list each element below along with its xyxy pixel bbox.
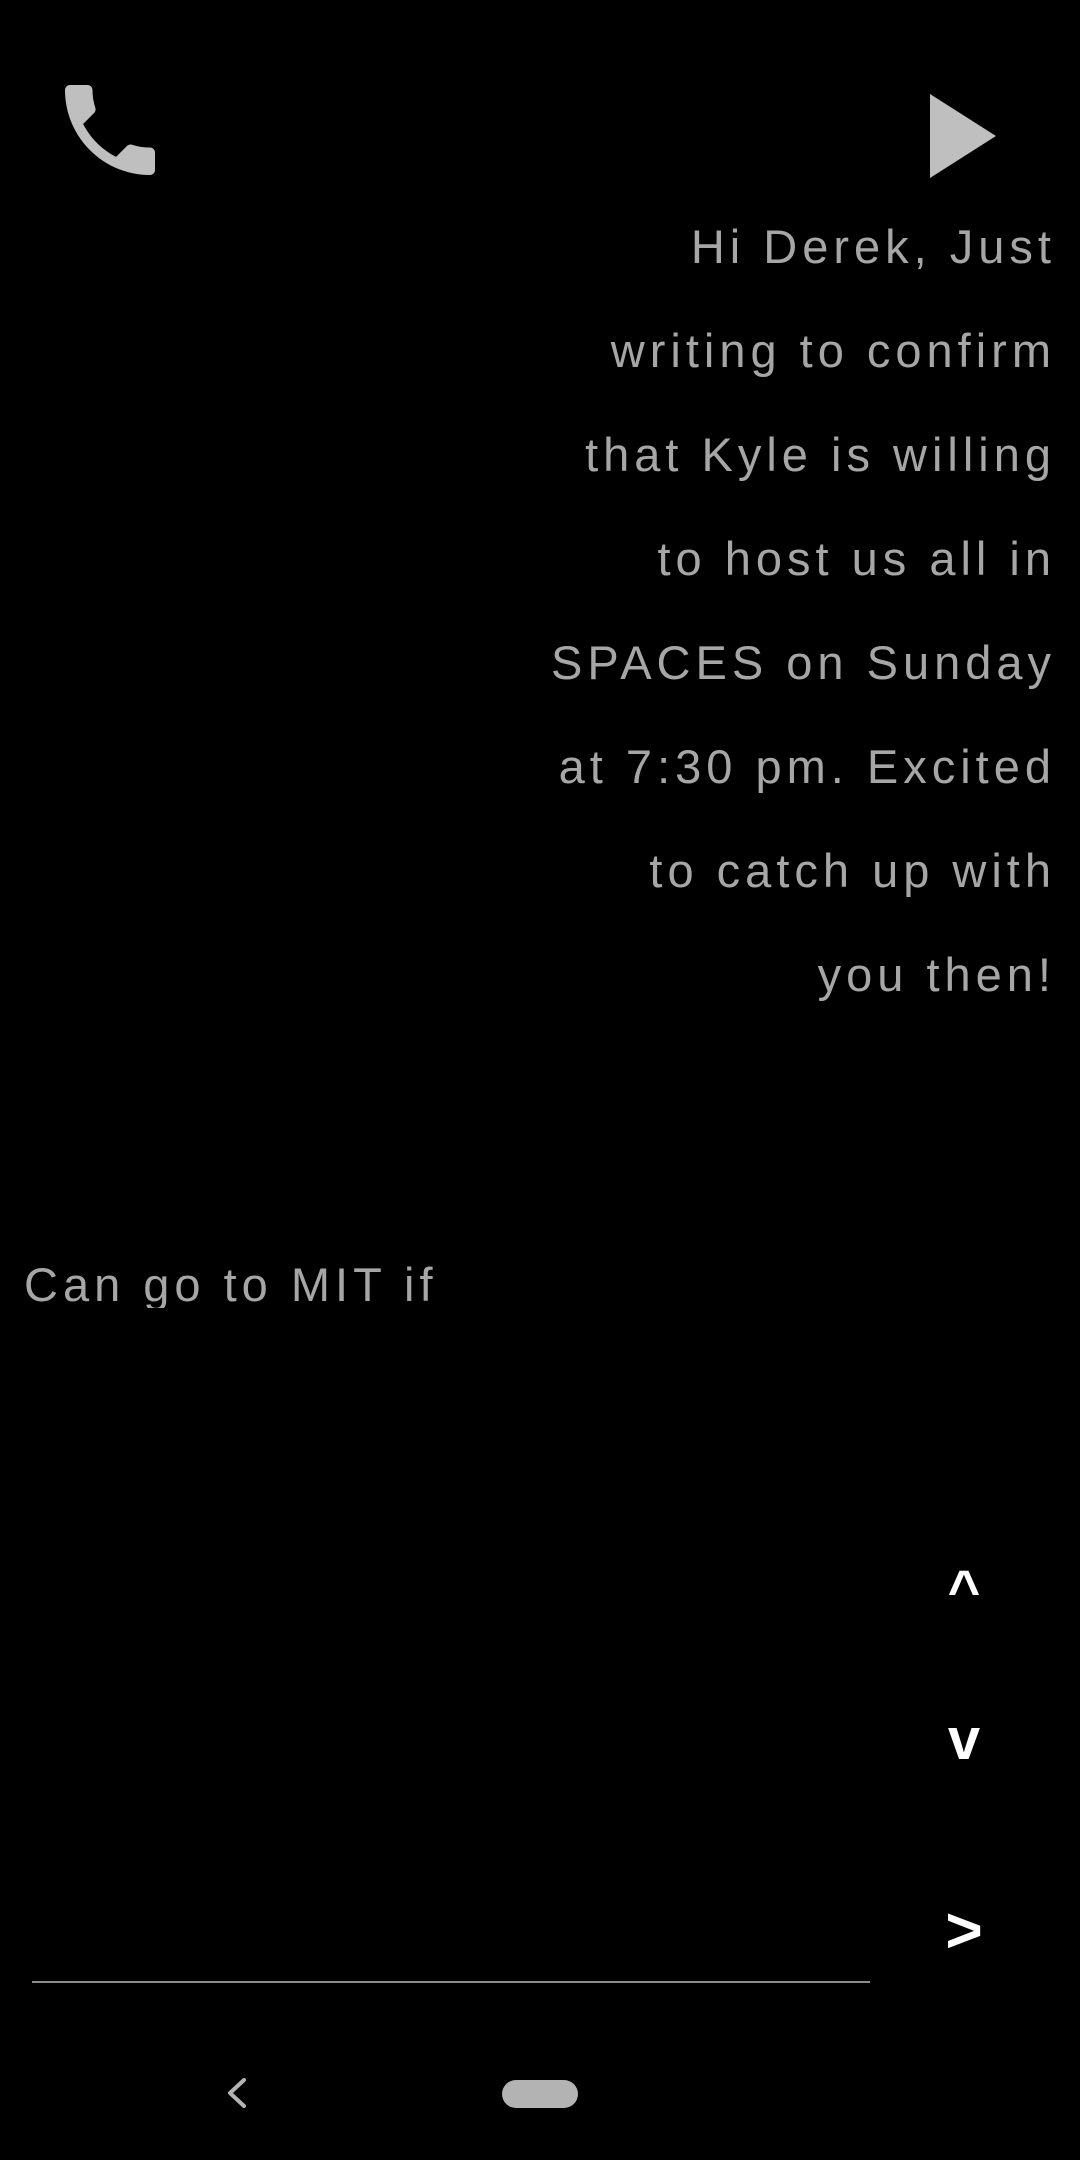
message-line: Hi Derek, Just bbox=[690, 220, 1056, 273]
back-icon[interactable] bbox=[222, 2076, 252, 2110]
home-pill-icon[interactable] bbox=[502, 2080, 578, 2108]
phone-icon[interactable] bbox=[50, 70, 170, 190]
message-line: you then! bbox=[817, 948, 1056, 1001]
message-line: to catch up with bbox=[649, 844, 1056, 897]
play-icon[interactable] bbox=[918, 86, 1008, 186]
message-line: SPACES on Sunday bbox=[551, 636, 1056, 689]
message-line: writing to confirm bbox=[610, 324, 1056, 377]
scroll-up-button[interactable]: ^ bbox=[914, 1555, 1014, 1625]
reply-input-underline bbox=[32, 1981, 870, 1983]
message-text: Hi Derek, Just writing to confirm that K… bbox=[516, 195, 1056, 1027]
message-line: that Kyle is willing bbox=[585, 428, 1056, 481]
scroll-down-button[interactable]: v bbox=[914, 1705, 1014, 1775]
send-button[interactable]: > bbox=[914, 1890, 1014, 1970]
message-line: at 7:30 pm. Excited bbox=[558, 740, 1056, 793]
reply-text[interactable]: Can go to MIT if bbox=[24, 1250, 438, 1308]
message-line: to host us all in bbox=[657, 532, 1056, 585]
